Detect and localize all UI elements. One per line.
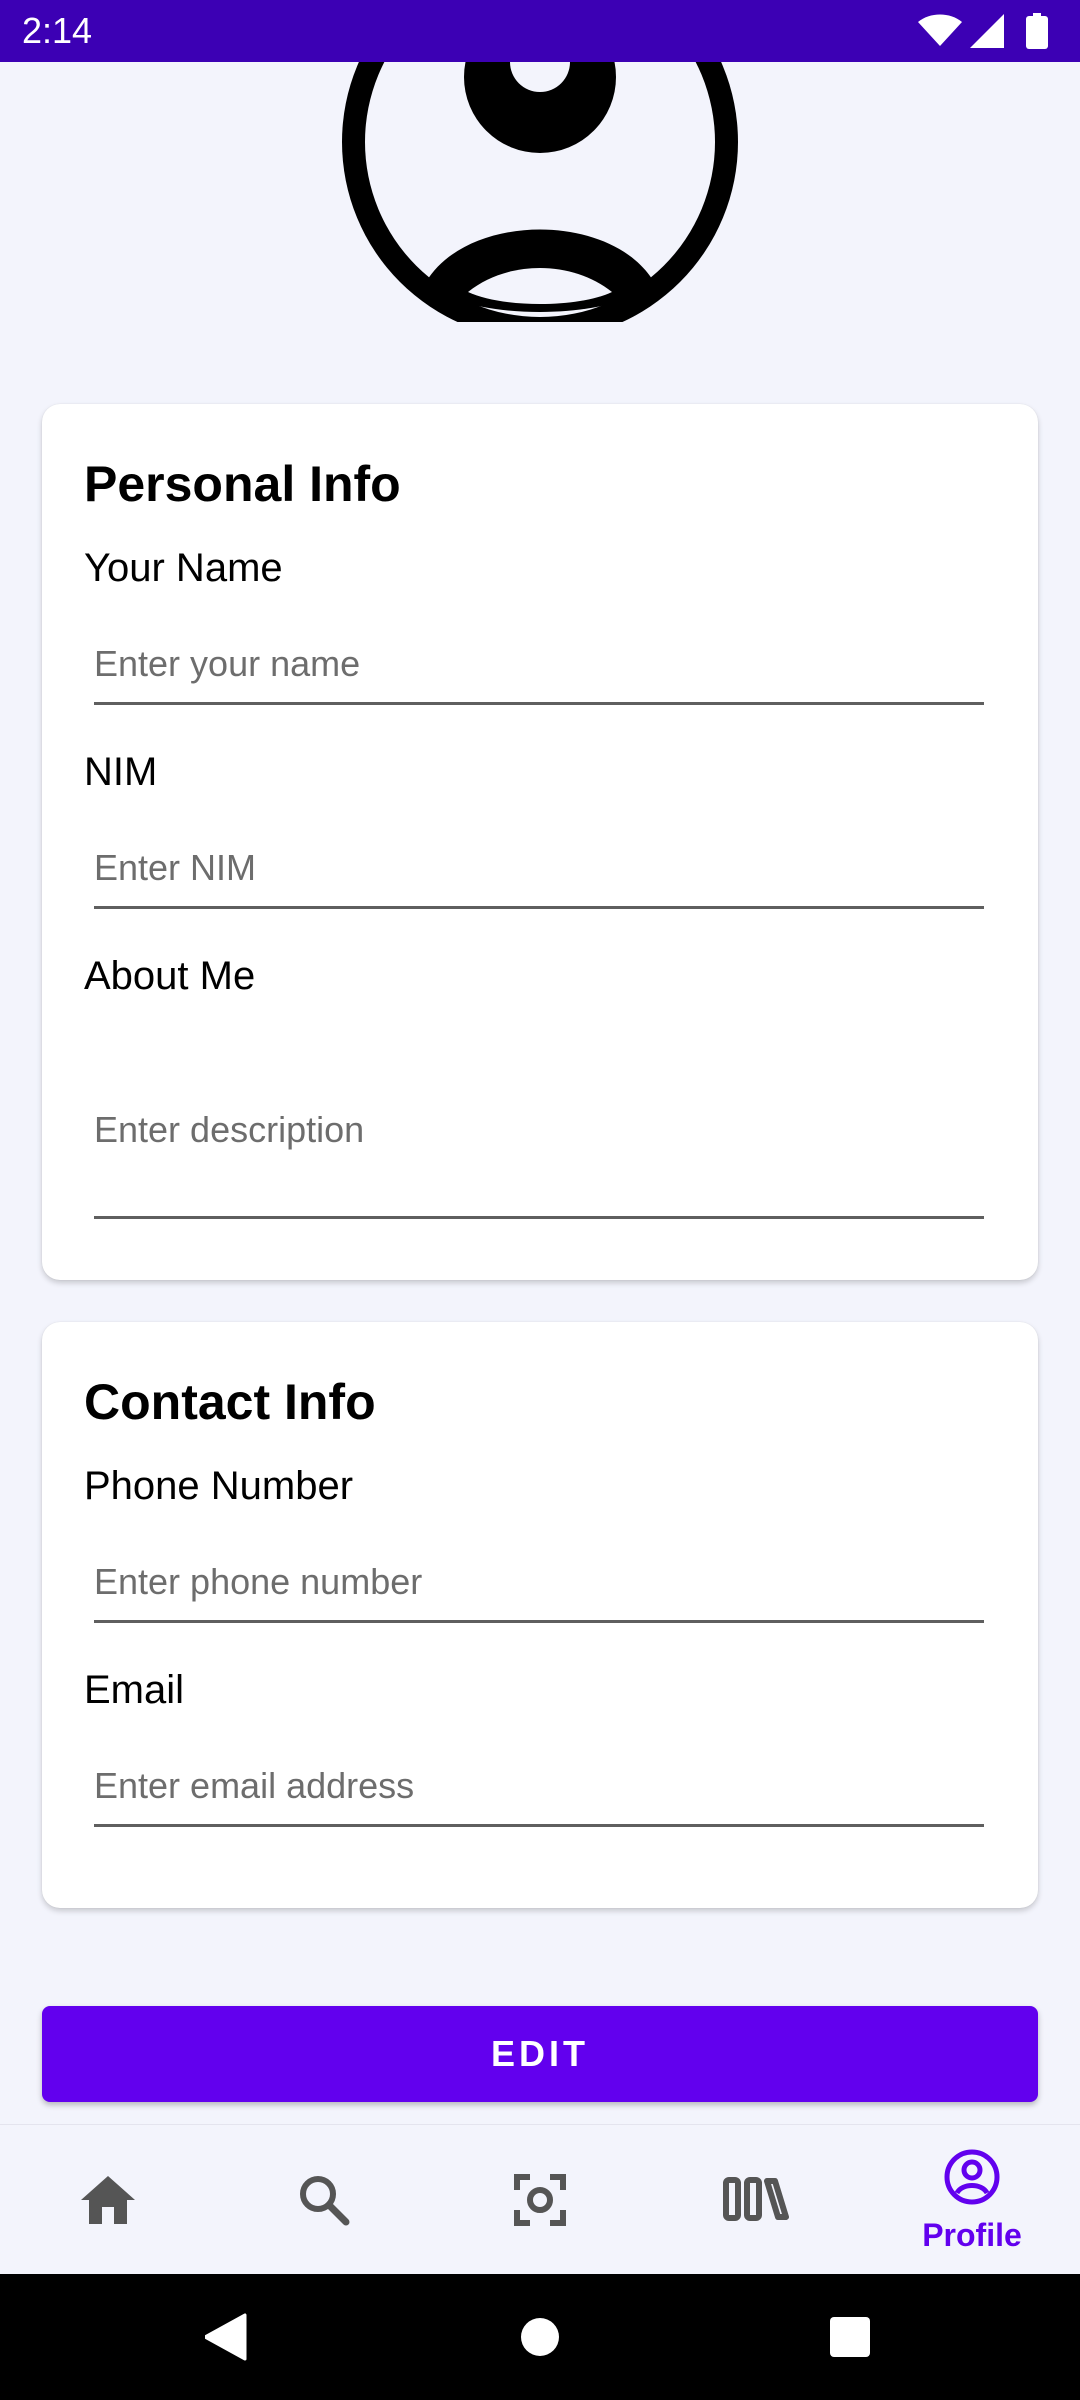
back-icon [205,2313,247,2361]
status-time: 2:14 [22,10,93,51]
nav-label-profile: Profile [922,2217,1022,2253]
signal-icon [970,14,1004,48]
library-icon [723,2177,789,2221]
nav-item-profile[interactable]: Profile [864,2125,1080,2275]
email-input[interactable] [94,1748,984,1827]
battery-icon [1026,13,1048,49]
system-recents-button[interactable] [770,2274,930,2400]
home-circle-icon [521,2318,559,2356]
status-icons [910,0,1080,62]
name-input[interactable] [94,626,984,705]
system-back-button[interactable] [146,2274,306,2400]
nav-item-scan[interactable] [432,2125,648,2275]
home-icon [81,2176,135,2224]
phone-input[interactable] [94,1544,984,1623]
nav-item-search[interactable] [216,2125,432,2275]
email-label: Email [84,1668,185,1712]
profile-icon [944,2149,1000,2205]
name-label: Your Name [84,546,283,590]
contact-info-card: Contact Info Phone Number Email [42,1322,1038,1908]
status-bar: 2:14 [0,0,1080,62]
about-label: About Me [84,954,256,998]
personal-info-card: Personal Info Your Name NIM About Me [42,404,1038,1280]
account-circle-icon [342,62,738,322]
bottom-navigation: Profile [0,2124,1080,2275]
edit-button[interactable]: EDIT [42,2006,1038,2102]
avatar [318,62,762,322]
recents-icon [830,2317,870,2357]
nim-label: NIM [84,750,158,794]
search-icon [300,2176,350,2226]
scan-icon [514,2174,566,2226]
system-navigation-bar [0,2274,1080,2400]
contact-info-title: Contact Info [84,1374,376,1430]
nav-item-home[interactable] [0,2125,216,2275]
wifi-icon [918,14,962,46]
nav-item-library[interactable] [648,2125,864,2275]
phone-label: Phone Number [84,1464,354,1508]
nim-input[interactable] [94,830,984,909]
about-input[interactable] [94,1044,984,1219]
system-home-button[interactable] [460,2274,620,2400]
personal-info-title: Personal Info [84,456,401,512]
